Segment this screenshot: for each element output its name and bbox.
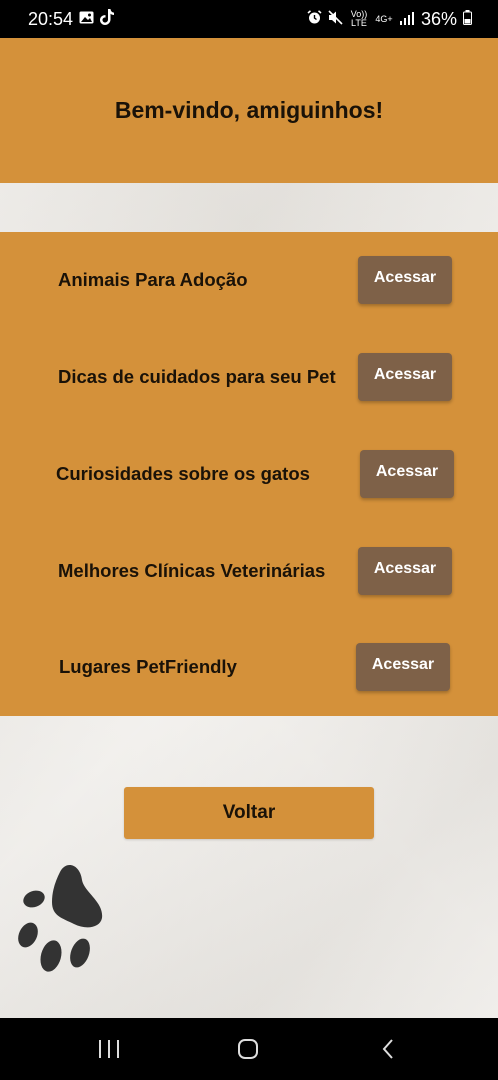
access-adoption-button[interactable]: Acessar — [358, 256, 452, 304]
menu-item-label: Animais Para Adoção — [58, 269, 248, 290]
4g-icon: 4G+ — [375, 13, 393, 24]
tiktok-icon — [100, 8, 115, 30]
mute-icon — [328, 9, 343, 30]
menu-item-label: Dicas de cuidados para seu Pet — [58, 366, 336, 387]
status-right: Vo)) LTE 4G+ 36% — [307, 9, 472, 30]
menu-panel: Animais Para Adoção Acessar Dicas de cui… — [0, 232, 498, 716]
menu-item-care-tips: Dicas de cuidados para seu Pet Acessar — [0, 353, 498, 401]
status-left: 20:54 — [28, 8, 115, 30]
access-care-tips-button[interactable]: Acessar — [358, 353, 452, 401]
menu-item-label: Curiosidades sobre os gatos — [56, 463, 310, 484]
menu-item-label: Melhores Clínicas Veterinárias — [58, 560, 326, 581]
access-vet-clinics-button[interactable]: Acessar — [358, 547, 452, 595]
gallery-icon — [79, 9, 94, 30]
battery-level: 36% — [420, 8, 457, 29]
menu-item-label: Lugares PetFriendly — [59, 656, 237, 677]
home-icon[interactable] — [218, 1018, 278, 1080]
alarm-icon — [307, 9, 322, 30]
page-title: Bem-vindo, amiguinhos! — [114, 97, 384, 123]
paw-print-icon — [14, 862, 110, 980]
menu-item-cat-facts: Curiosidades sobre os gatos Acessar — [0, 450, 498, 498]
back-icon[interactable] — [358, 1018, 418, 1080]
volte-icon: Vo)) LTE — [350, 9, 368, 28]
status-bar: 20:54 Vo)) LTE 4G+ 36% — [0, 0, 498, 38]
menu-item-petfriendly: Lugares PetFriendly Acessar — [0, 643, 498, 691]
menu-item-adoption: Animais Para Adoção Acessar — [0, 256, 498, 304]
battery-icon — [463, 9, 472, 30]
navigation-bar — [0, 1018, 498, 1080]
header-banner: Bem-vindo, amiguinhos! — [0, 38, 498, 183]
access-cat-facts-button[interactable]: Acessar — [360, 450, 454, 498]
signal-icon — [399, 9, 415, 30]
status-time: 20:54 — [28, 8, 74, 29]
access-petfriendly-button[interactable]: Acessar — [356, 643, 450, 691]
menu-item-vet-clinics: Melhores Clínicas Veterinárias Acessar — [0, 547, 498, 595]
back-button[interactable]: Voltar — [124, 787, 374, 839]
recent-apps-icon[interactable] — [79, 1018, 139, 1080]
